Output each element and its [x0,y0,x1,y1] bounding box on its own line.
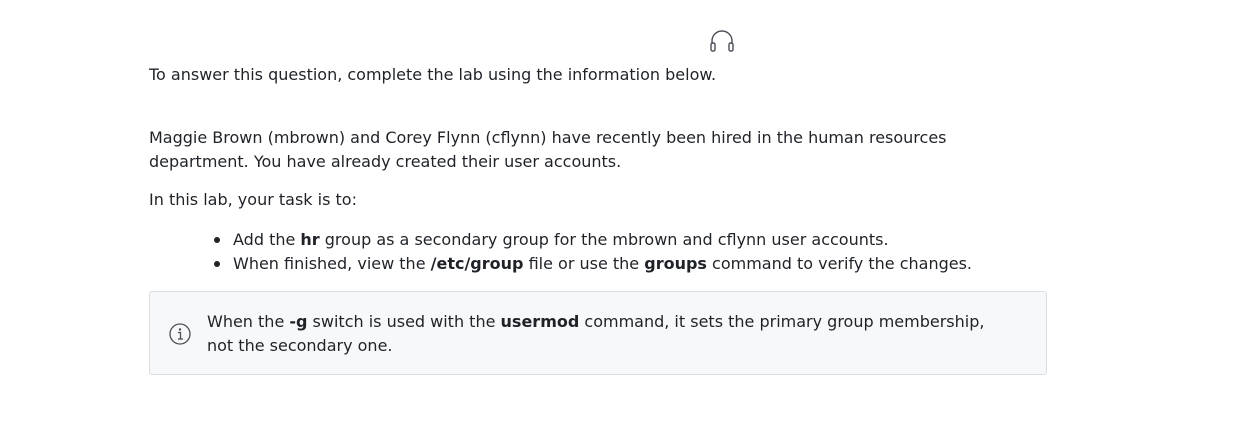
task-item: Add the hr group as a secondary group fo… [213,228,972,252]
bullet-icon [214,237,220,243]
task-item: When finished, view the /etc/group file … [213,252,972,276]
note-text: When the -g switch is used with the user… [207,312,985,355]
info-icon [169,323,191,345]
task-intro-text: In this lab, your task is to: [149,190,357,209]
intro-text: To answer this question, complete the la… [149,65,717,84]
task-list: Add the hr group as a secondary group fo… [213,228,972,276]
switch-name: -g [289,312,308,331]
command-name: usermod [500,312,580,331]
headphones-icon[interactable] [709,29,735,53]
file-path: /etc/group [430,254,524,273]
bullet-icon [214,261,220,267]
group-name: hr [300,230,320,249]
scenario-text: Maggie Brown (mbrown) and Corey Flynn (c… [149,128,947,171]
command-name: groups [644,254,707,273]
info-note: When the -g switch is used with the user… [149,291,1047,375]
